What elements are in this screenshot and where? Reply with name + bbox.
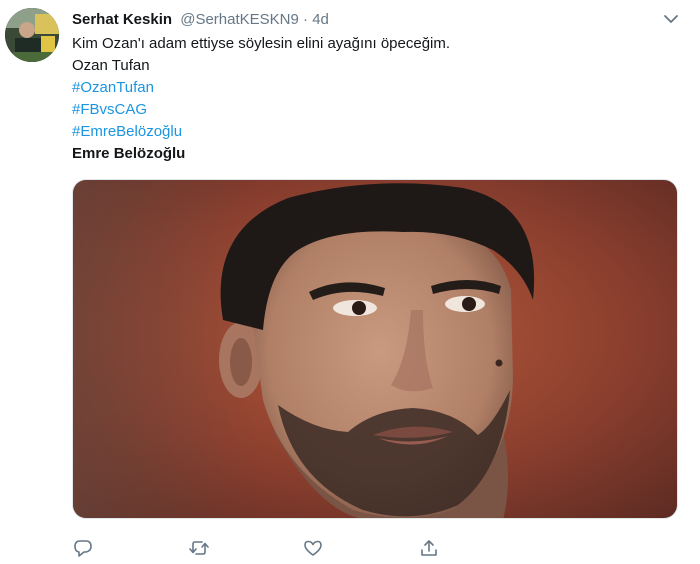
- hashtag-link[interactable]: #EmreBelözoğlu: [72, 121, 672, 143]
- tweet: Serhat Keskin @SerhatKESKN9 · 4d Kim Oza…: [0, 0, 700, 564]
- user-handle[interactable]: @SerhatKESKN9: [180, 11, 299, 28]
- heart-icon[interactable]: [302, 537, 324, 559]
- display-name[interactable]: Serhat Keskin: [72, 11, 172, 28]
- tweet-header: Serhat Keskin @SerhatKESKN9 · 4d: [72, 10, 329, 30]
- timestamp[interactable]: 4d: [312, 11, 329, 28]
- separator-dot: ·: [303, 11, 309, 28]
- reply-icon[interactable]: [72, 537, 94, 559]
- tweet-text-bold-line: Emre Belözoğlu: [72, 145, 186, 162]
- chevron-down-icon[interactable]: [662, 12, 680, 26]
- retweet-icon[interactable]: [188, 537, 210, 559]
- tweet-text-line: Ozan Tufan: [72, 57, 150, 74]
- hashtag-link[interactable]: #FBvsCAG: [72, 99, 672, 121]
- share-icon[interactable]: [418, 537, 440, 559]
- hashtag-link[interactable]: #OzanTufan: [72, 77, 672, 99]
- tweet-text-line: Kim Ozan'ı adam ettiyse söylesin elini a…: [72, 35, 451, 52]
- avatar-image: [5, 8, 59, 62]
- tweet-text: Kim Ozan'ı adam ettiyse söylesin elini a…: [72, 33, 672, 165]
- tweet-photo[interactable]: [72, 179, 678, 519]
- avatar[interactable]: [5, 8, 59, 62]
